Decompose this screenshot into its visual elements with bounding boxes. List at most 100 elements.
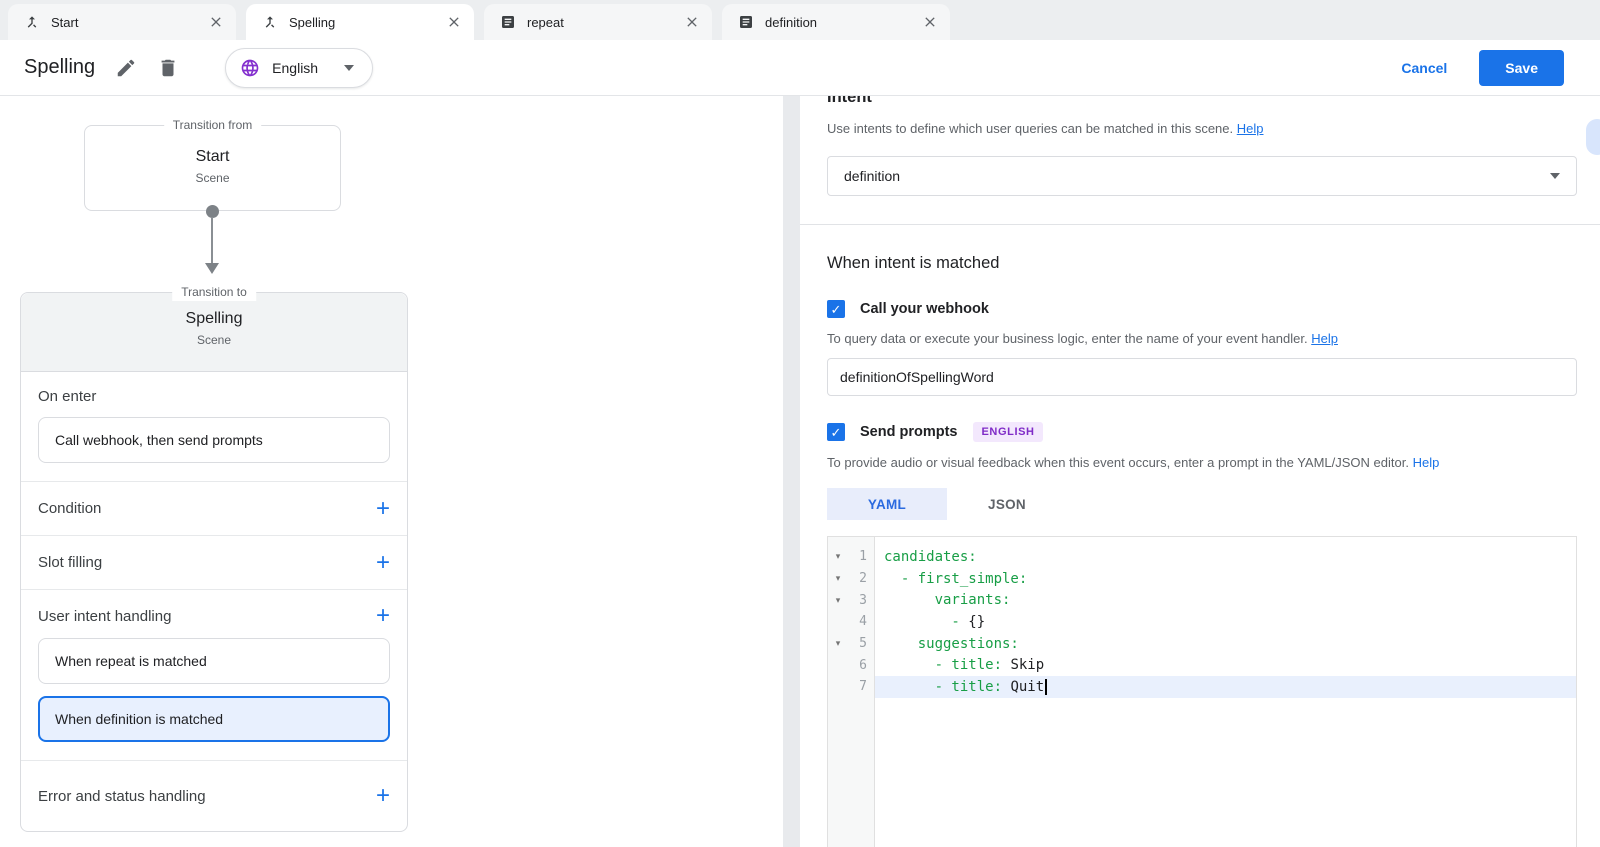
call-webhook-label: Call your webhook	[860, 301, 989, 317]
line-number: 5	[848, 636, 875, 651]
line-number: 2	[848, 571, 875, 586]
close-icon[interactable]	[446, 14, 462, 30]
add-condition-button plus-icon[interactable]: +	[376, 499, 390, 519]
webhook-handler-input[interactable]: definitionOfSpellingWord	[827, 358, 1577, 396]
code-line[interactable]: ▾ 2 - first_simple:	[828, 568, 1576, 590]
article-icon	[738, 14, 754, 30]
connector-line	[211, 217, 213, 265]
help-link[interactable]: Help	[1237, 121, 1264, 136]
scene-node-subtitle: Scene	[85, 171, 340, 185]
help-link[interactable]: Help	[1413, 455, 1440, 470]
intent-details-panel: Intent Use intents to define which user …	[800, 96, 1600, 847]
scene-card-subtitle: Scene	[21, 333, 407, 347]
on-enter-handler-item[interactable]: Call webhook, then send prompts	[38, 417, 390, 463]
line-number: 3	[848, 593, 875, 608]
prompts-description: To provide audio or visual feedback when…	[827, 455, 1577, 470]
when-intent-matched-heading: When intent is matched	[827, 254, 1577, 273]
code-line[interactable]: ▾ 1 candidates:	[828, 546, 1576, 568]
error-status-label: Error and status handling	[38, 788, 206, 805]
webhook-description: To query data or execute your business l…	[827, 331, 1577, 346]
panel-divider	[783, 96, 800, 847]
intent-select[interactable]: definition	[827, 156, 1577, 196]
transition-from-node[interactable]: Transition from Start Scene	[84, 125, 341, 211]
chevron-down-icon	[1550, 173, 1560, 179]
user-intent-handling-section: User intent handling + When repeat is ma…	[21, 589, 407, 760]
close-icon[interactable]	[208, 14, 224, 30]
close-icon[interactable]	[922, 14, 938, 30]
actions-console-app: Start Spelling repeat definition Spellin…	[0, 0, 1600, 847]
delete-trash-icon[interactable]	[157, 57, 179, 79]
slot-filling-section: Slot filling +	[21, 535, 407, 589]
scene-card-header[interactable]: Transition to Spelling Scene	[21, 293, 407, 372]
merge-type-icon	[24, 14, 40, 30]
add-slot-button plus-icon[interactable]: +	[376, 553, 390, 573]
send-prompts-checkbox check-icon[interactable]: ✓	[827, 423, 845, 441]
edit-pencil-icon[interactable]	[115, 57, 137, 79]
tab-start[interactable]: Start	[8, 4, 236, 40]
tab-label: definition	[765, 15, 817, 30]
tab-label: Spelling	[289, 15, 335, 30]
intent-select-value: definition	[844, 168, 900, 184]
user-intent-label: User intent handling	[38, 608, 171, 625]
help-link[interactable]: Help	[1311, 331, 1338, 346]
language-value: English	[272, 60, 318, 76]
editor-tab-strip: Start Spelling repeat definition	[0, 0, 1600, 40]
line-number: 6	[848, 658, 875, 673]
scene-flow-canvas[interactable]: Transition from Start Scene Transition t…	[0, 96, 783, 847]
add-intent-handler-button plus-icon[interactable]: +	[376, 606, 390, 626]
tab-label: repeat	[527, 15, 564, 30]
language-badge: ENGLISH	[973, 422, 1042, 442]
condition-label: Condition	[38, 500, 101, 517]
scene-node-title: Start	[85, 148, 340, 166]
scene-card-title: Spelling	[21, 310, 407, 328]
line-number: 4	[848, 614, 875, 629]
page-title: Spelling	[24, 56, 95, 79]
tab-repeat[interactable]: repeat	[484, 4, 712, 40]
main-content: Transition from Start Scene Transition t…	[0, 96, 1600, 847]
call-webhook-row: ✓ Call your webhook	[827, 300, 1577, 318]
cancel-button[interactable]: Cancel	[1401, 60, 1447, 76]
add-error-handler-button plus-icon[interactable]: +	[376, 786, 390, 806]
fold-arrow-icon[interactable]: ▾	[828, 551, 848, 562]
yaml-code-editor[interactable]: ▾ 1 candidates: ▾ 2 - first_simple: ▾ 3 …	[827, 536, 1577, 847]
fold-arrow-icon[interactable]: ▾	[828, 638, 848, 649]
panel-scrollbar-thumb[interactable]	[1586, 119, 1600, 155]
tab-definition[interactable]: definition	[722, 4, 950, 40]
line-number: 7	[848, 679, 875, 694]
slot-filling-label: Slot filling	[38, 554, 102, 571]
call-webhook-checkbox check-icon[interactable]: ✓	[827, 300, 845, 318]
code-line[interactable]: ▾ 3 variants:	[828, 589, 1576, 611]
code-line-active[interactable]: 7 - title: Quit	[828, 676, 1576, 698]
intent-description: Use intents to define which user queries…	[827, 121, 1577, 136]
on-enter-section: On enter Call webhook, then send prompts	[21, 372, 407, 481]
text-cursor	[1045, 679, 1047, 695]
code-line[interactable]: 4 - {}	[828, 611, 1576, 633]
connector-arrowhead-icon	[205, 263, 219, 274]
prompt-format-tabs: YAML JSON	[827, 488, 1577, 520]
article-icon	[500, 14, 516, 30]
fold-arrow-icon[interactable]: ▾	[828, 573, 848, 584]
section-divider	[800, 224, 1600, 225]
language-selector[interactable]: English	[225, 48, 373, 88]
line-number: 1	[848, 549, 875, 564]
code-line[interactable]: 6 - title: Skip	[828, 654, 1576, 676]
fold-arrow-icon[interactable]: ▾	[828, 595, 848, 606]
merge-type-icon	[262, 14, 278, 30]
tab-yaml[interactable]: YAML	[827, 488, 947, 520]
send-prompts-label: Send prompts	[860, 424, 957, 440]
tab-label: Start	[51, 15, 78, 30]
scene-header: Spelling English Cancel Save	[0, 40, 1600, 96]
save-button[interactable]: Save	[1479, 50, 1564, 86]
tab-json[interactable]: JSON	[947, 488, 1067, 520]
tab-spelling[interactable]: Spelling	[246, 4, 474, 40]
code-line[interactable]: ▾ 5 suggestions:	[828, 633, 1576, 655]
transition-to-scene-card: Transition to Spelling Scene On enter Ca…	[20, 292, 408, 832]
condition-section: Condition +	[21, 481, 407, 535]
transition-to-legend: Transition to	[172, 284, 256, 301]
close-icon[interactable]	[684, 14, 700, 30]
intent-handler-item-definition[interactable]: When definition is matched	[38, 696, 390, 742]
intent-heading: Intent	[827, 96, 1577, 107]
on-enter-label: On enter	[38, 388, 390, 405]
language-globe-icon	[240, 58, 260, 78]
intent-handler-item-repeat[interactable]: When repeat is matched	[38, 638, 390, 684]
